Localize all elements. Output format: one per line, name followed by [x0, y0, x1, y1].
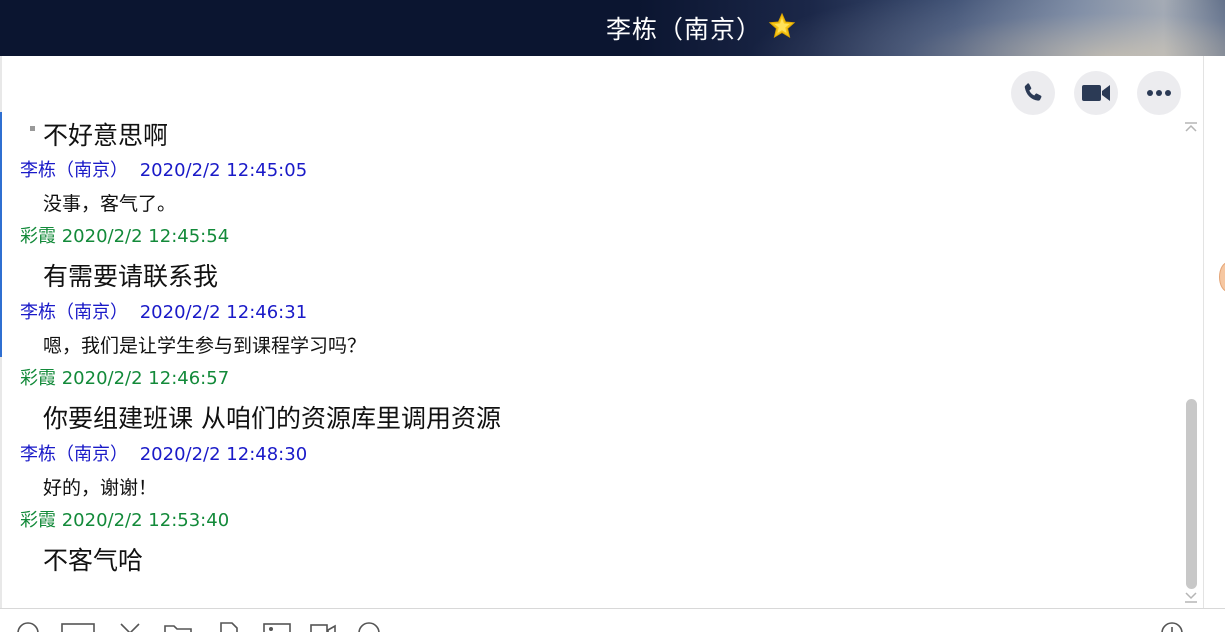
message-header: 李栋（南京） 2020/2/2 12:45:05: [20, 156, 307, 182]
message-header: 李栋（南京） 2020/2/2 12:46:31: [20, 298, 307, 324]
message-time: 2020/2/2 12:46:57: [61, 368, 230, 389]
chat-title: 李栋（南京）: [606, 15, 763, 44]
message-header: 彩霞 2020/2/2 12:46:57: [20, 364, 229, 390]
message-header: 李栋（南京） 2020/2/2 12:48:30: [20, 440, 307, 466]
sender-name: 李栋（南京）: [20, 444, 128, 465]
titlebar-background: [745, 0, 1225, 56]
more-button[interactable]: [1137, 71, 1181, 115]
message-text: 没事，客气了。: [43, 193, 177, 215]
sender-name: 彩霞: [20, 226, 56, 247]
message-time: 2020/2/2 12:45:54: [61, 226, 230, 247]
left-accent-bar: [0, 112, 2, 357]
scroll-bottom-icon[interactable]: [1184, 590, 1198, 604]
message-time: 2020/2/2 12:53:40: [61, 510, 230, 531]
camera-icon[interactable]: [310, 621, 336, 632]
sender-name: 李栋（南京）: [20, 160, 128, 181]
sender-name: 李栋（南京）: [20, 302, 128, 323]
message-text: 你要组建班课 从咱们的资源库里调用资源: [43, 404, 501, 433]
message-header: 彩霞 2020/2/2 12:45:54: [20, 222, 229, 248]
phone-icon: [1024, 83, 1042, 101]
screenshot-icon[interactable]: [61, 621, 95, 632]
video-icon: [1082, 85, 1110, 101]
history-icon[interactable]: [1160, 621, 1184, 632]
scroll-top-icon[interactable]: [1184, 121, 1198, 135]
message-text: 嗯，我们是让学生参与到课程学习吗？: [43, 335, 367, 357]
scissors-icon[interactable]: [118, 621, 142, 632]
side-avatar-icon: [1219, 262, 1225, 292]
video-call-button[interactable]: [1074, 71, 1118, 115]
scrollbar-thumb[interactable]: [1186, 399, 1197, 589]
message-bullet: [30, 126, 35, 131]
message-time: 2020/2/2 12:48:30: [139, 444, 308, 465]
more-icon: [1147, 90, 1171, 96]
message-time: 2020/2/2 12:46:31: [139, 302, 308, 323]
document-icon[interactable]: [217, 621, 241, 632]
message-header: 彩霞 2020/2/2 12:53:40: [20, 506, 229, 532]
folder-icon[interactable]: [164, 621, 192, 632]
message-time: 2020/2/2 12:45:05: [139, 160, 308, 181]
voice-call-button[interactable]: [1011, 71, 1055, 115]
message-text: 有需要请联系我: [43, 262, 219, 291]
sender-name: 彩霞: [20, 510, 56, 531]
message-text: 不客气哈: [43, 546, 144, 575]
voice-icon[interactable]: [357, 621, 381, 632]
sender-name: 彩霞: [20, 368, 56, 389]
message-text: 好的，谢谢！: [43, 477, 158, 499]
input-toolbar: [0, 609, 1225, 632]
image-icon[interactable]: [263, 621, 291, 632]
title-bar: 李栋（南京）: [0, 0, 1225, 56]
right-border: [1203, 56, 1204, 608]
star-icon[interactable]: [768, 12, 796, 40]
emoji-icon[interactable]: [16, 621, 40, 632]
message-text: 不好意思啊: [43, 121, 169, 150]
